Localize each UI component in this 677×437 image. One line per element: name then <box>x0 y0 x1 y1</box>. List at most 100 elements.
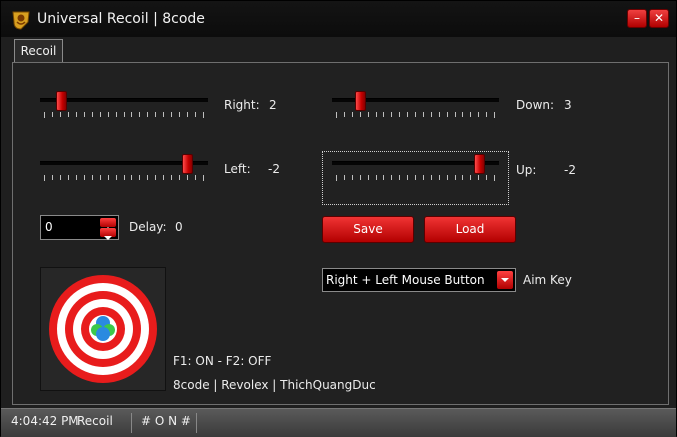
slider-tick <box>391 175 392 180</box>
slider-tick <box>100 175 101 180</box>
slider-tick <box>203 112 204 118</box>
slider-ticks <box>336 112 495 118</box>
left-label: Left: <box>224 162 251 176</box>
status-divider <box>131 413 132 433</box>
slider-tick <box>439 175 440 180</box>
slider-tick <box>383 112 384 117</box>
spin-up-button[interactable] <box>100 218 116 231</box>
slider-tick <box>399 175 400 180</box>
slider-tick <box>92 112 93 117</box>
close-button[interactable]: ✕ <box>649 9 669 28</box>
slider-tick <box>60 112 61 117</box>
slider-tick <box>163 175 164 180</box>
aim-key-dropdown[interactable]: Right + Left Mouse Button <box>322 268 516 292</box>
slider-tick <box>462 175 463 180</box>
target-icon <box>49 275 157 383</box>
slider-tick <box>376 112 377 117</box>
slider-tick <box>336 175 337 181</box>
slider-tick <box>155 112 156 117</box>
slider-tick <box>391 112 392 117</box>
slider-tick <box>376 175 377 180</box>
slider-thumb[interactable] <box>474 154 485 174</box>
aim-key-selected: Right + Left Mouse Button <box>326 273 485 287</box>
slider-tick <box>179 112 180 117</box>
title-bar[interactable]: Universal Recoil | 8code – ✕ <box>1 1 676 37</box>
slider-tick <box>494 175 495 181</box>
minimize-button[interactable]: – <box>627 9 647 28</box>
slider-tick <box>360 175 361 180</box>
hotkey-info: F1: ON - F2: OFF <box>173 354 272 368</box>
slider-tick <box>486 175 487 180</box>
slider-tick <box>470 112 471 117</box>
slider-tick <box>195 175 196 180</box>
slider-tick <box>171 112 172 117</box>
slider-tick <box>368 112 369 117</box>
slider-tick <box>60 175 61 180</box>
slider-tick <box>52 112 53 117</box>
slider-tick <box>44 112 45 118</box>
slider-tick <box>447 112 448 117</box>
slider-tick <box>116 112 117 117</box>
slider-tick <box>344 175 345 180</box>
slider-tick <box>171 175 172 180</box>
slider-tick <box>415 175 416 180</box>
slider-tick <box>360 112 361 117</box>
slider-ticks <box>44 175 204 181</box>
slider-tick <box>76 112 77 117</box>
slider-thumb[interactable] <box>56 91 67 111</box>
chevron-down-icon <box>501 278 509 282</box>
slider-tick <box>423 112 424 117</box>
slider-tick <box>68 112 69 117</box>
close-icon: ✕ <box>653 11 665 25</box>
slider-tick <box>139 175 140 180</box>
slider-thumb[interactable] <box>355 91 366 111</box>
window-title: Universal Recoil | 8code <box>37 11 205 27</box>
slider-tick <box>139 112 140 117</box>
slider-tick <box>124 175 125 180</box>
slider-tick <box>399 112 400 117</box>
slider-tick <box>187 112 188 117</box>
slider-tick <box>155 175 156 180</box>
slider-tick <box>84 175 85 180</box>
slider-tick <box>407 175 408 180</box>
spin-down-button[interactable] <box>100 228 116 240</box>
slider-tick <box>131 112 132 117</box>
slider-tick <box>423 175 424 180</box>
slider-tick <box>52 175 53 180</box>
arrow-down-icon <box>104 236 112 240</box>
tab-recoil[interactable]: Recoil <box>14 39 63 63</box>
credits: 8code | Revolex | ThichQuangDuc <box>173 378 376 392</box>
slider-tick <box>147 175 148 180</box>
slider-tick <box>124 112 125 117</box>
delay-value: 0 <box>175 220 183 234</box>
aim-key-label: Aim Key <box>523 273 572 287</box>
slider-tick <box>116 175 117 180</box>
delay-input-value[interactable]: 0 <box>45 220 53 234</box>
slider-tick <box>108 175 109 180</box>
delay-label: Delay: <box>129 220 167 234</box>
slider-tick <box>478 112 479 117</box>
delay-spinbox[interactable]: 0 <box>40 215 119 240</box>
slider-tick <box>68 175 69 180</box>
status-bar: 4:04:42 PM Recoil # O N # <box>1 408 676 437</box>
right-value: 2 <box>269 98 277 112</box>
slider-tick <box>462 112 463 117</box>
slider-thumb[interactable] <box>182 154 193 174</box>
save-button[interactable]: Save <box>322 216 414 243</box>
app-window: Universal Recoil | 8code – ✕ Recoil Righ… <box>0 0 677 437</box>
slider-tick <box>486 112 487 117</box>
slider-tick <box>439 112 440 117</box>
slider-tick <box>131 175 132 180</box>
slider-tick <box>203 175 204 181</box>
left-value: -2 <box>268 162 280 176</box>
slider-tick <box>383 175 384 180</box>
slider-tick <box>415 112 416 117</box>
slider-tick <box>455 175 456 180</box>
slider-tick <box>195 112 196 117</box>
slider-tick <box>92 175 93 180</box>
dropdown-button[interactable] <box>497 271 513 289</box>
load-button[interactable]: Load <box>424 216 516 243</box>
status-mode: Recoil <box>77 414 113 428</box>
target-picture <box>40 267 166 391</box>
slider-tick <box>455 112 456 117</box>
